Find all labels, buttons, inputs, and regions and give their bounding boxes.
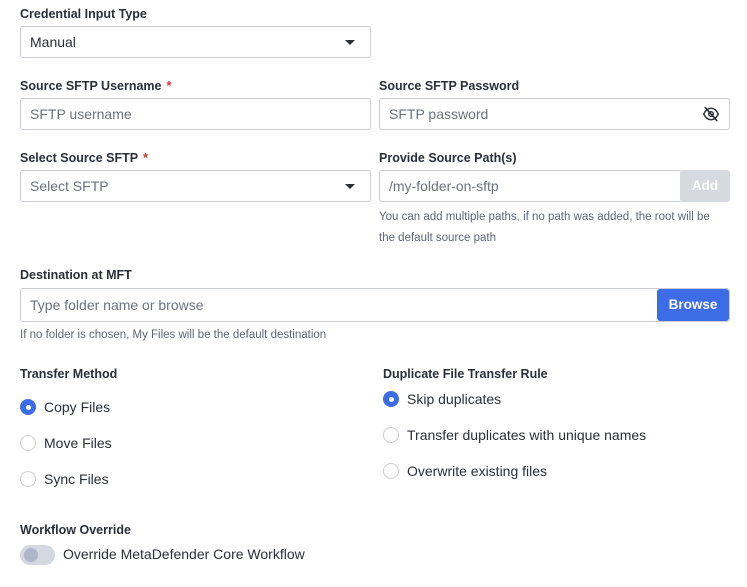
- source-username-input[interactable]: SFTP username: [20, 98, 371, 130]
- destination-help: If no folder is chosen, My Files will be…: [20, 329, 327, 341]
- source-path-placeholder: /my-folder-on-sftp: [389, 178, 499, 194]
- transfer-method-label: Transfer Method: [20, 367, 118, 381]
- radio-sync-files[interactable]: Sync Files: [20, 469, 109, 489]
- radio-dot[interactable]: [383, 391, 399, 407]
- radio-dot[interactable]: [383, 463, 399, 479]
- credential-input-type-label: Credential Input Type: [20, 7, 147, 21]
- radio-label: Transfer duplicates with unique names: [407, 427, 647, 443]
- radio-copy-files[interactable]: Copy Files: [20, 397, 110, 417]
- radio-move-files[interactable]: Move Files: [20, 433, 112, 453]
- select-source-label-text: Select Source SFTP: [20, 151, 139, 165]
- workflow-override-toggle[interactable]: [20, 545, 55, 565]
- radio-label: Overwrite existing files: [407, 463, 548, 479]
- radio-dot[interactable]: [383, 427, 399, 443]
- radio-skip-duplicates[interactable]: Skip duplicates: [383, 389, 501, 409]
- select-source-placeholder: Select SFTP: [30, 178, 109, 194]
- source-paths-label: Provide Source Path(s): [379, 151, 517, 165]
- credential-input-type-value: Manual: [30, 34, 76, 50]
- chevron-down-icon: [345, 184, 355, 189]
- radio-label: Sync Files: [44, 471, 109, 487]
- source-username-label-text: Source SFTP Username: [20, 79, 162, 93]
- destination-placeholder: Type folder name or browse: [30, 297, 204, 313]
- browse-button[interactable]: Browse: [657, 289, 729, 321]
- chevron-down-icon: [345, 40, 355, 45]
- radio-label: Copy Files: [44, 399, 111, 415]
- select-source-label: Select Source SFTP *: [20, 151, 148, 165]
- radio-dot[interactable]: [20, 399, 36, 415]
- duplicate-rule-label: Duplicate File Transfer Rule: [383, 367, 548, 381]
- source-username-label: Source SFTP Username *: [20, 79, 171, 93]
- radio-label: Move Files: [44, 435, 112, 451]
- credential-input-type-select[interactable]: Manual: [20, 26, 371, 58]
- select-source-dropdown[interactable]: Select SFTP: [20, 170, 371, 202]
- radio-label: Skip duplicates: [407, 391, 502, 407]
- destination-label: Destination at MFT: [20, 268, 132, 282]
- radio-overwrite-existing[interactable]: Overwrite existing files: [383, 461, 547, 481]
- toggle-knob: [24, 548, 38, 562]
- source-password-label: Source SFTP Password: [379, 79, 520, 93]
- eye-slash-icon[interactable]: [702, 106, 720, 122]
- required-mark: *: [143, 151, 148, 165]
- radio-dot[interactable]: [20, 471, 36, 487]
- source-username-placeholder: SFTP username: [30, 106, 132, 122]
- source-paths-help: You can add multiple paths, if no path w…: [379, 207, 710, 249]
- required-mark: *: [166, 79, 172, 93]
- radio-dot[interactable]: [20, 435, 36, 451]
- add-path-button[interactable]: Add: [680, 170, 730, 202]
- workflow-override-toggle-label: Override MetaDefender Core Workflow: [63, 546, 305, 562]
- source-password-placeholder: SFTP password: [389, 106, 489, 122]
- source-paths-help-line: You can add multiple paths, if no path w…: [379, 211, 710, 223]
- source-path-input[interactable]: /my-folder-on-sftp: [379, 170, 681, 202]
- source-password-input[interactable]: SFTP password: [379, 98, 730, 130]
- source-paths-help-line: the default source path: [379, 232, 496, 244]
- radio-transfer-unique-names[interactable]: Transfer duplicates with unique names: [383, 425, 646, 445]
- destination-input[interactable]: Type folder name or browse: [20, 288, 730, 322]
- workflow-override-label: Workflow Override: [20, 523, 131, 537]
